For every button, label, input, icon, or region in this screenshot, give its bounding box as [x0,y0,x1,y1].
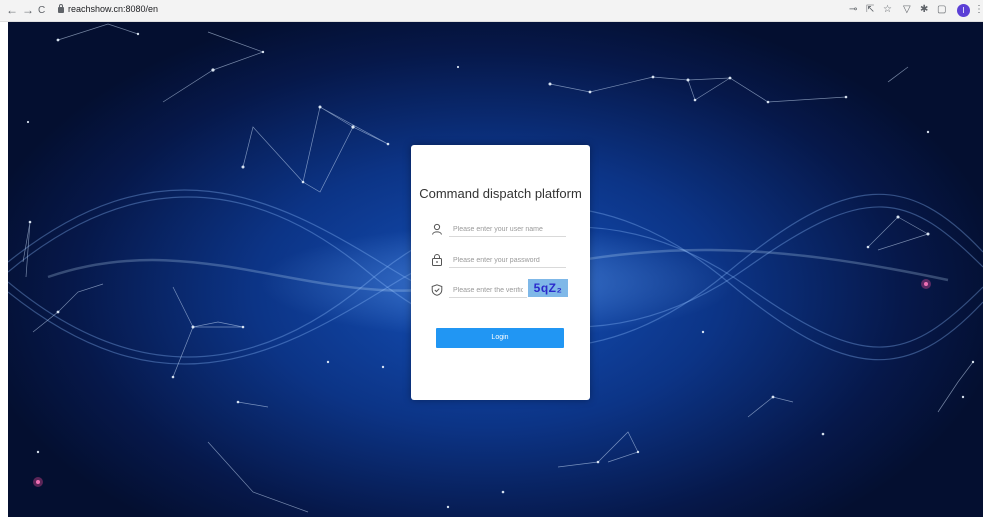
shield-check-icon [431,284,443,296]
menu-icon[interactable]: ⋮ [974,4,983,16]
browser-toolbar: ← → C reachshow.cn:8080/en ⊸ ⇱ ☆ ▽ ✱ ▢ I… [0,0,983,22]
user-icon [432,223,442,235]
reload-icon[interactable]: C [38,4,45,18]
login-card: Command dispatch platform 5qZ₂ Login [411,145,590,400]
key-icon[interactable]: ⊸ [849,4,857,16]
lock-icon [432,254,442,266]
lock-icon [58,4,64,13]
back-icon[interactable]: ← [6,3,18,17]
login-button[interactable]: Login [436,328,564,348]
username-row [425,221,577,239]
username-input[interactable] [449,222,566,237]
page-title: Command dispatch platform [419,186,582,201]
profile-avatar[interactable]: I [957,4,970,17]
filter-icon[interactable]: ▽ [903,4,911,16]
captcha-image[interactable]: 5qZ₂ [528,279,568,297]
verification-row: 5qZ₂ [425,279,577,300]
sidebar-icon[interactable]: ▢ [937,4,946,16]
url-text: reachshow.cn:8080/en [68,4,159,14]
address-bar[interactable]: reachshow.cn:8080/en [58,3,358,19]
star-icon[interactable]: ☆ [883,4,892,16]
password-input[interactable] [449,253,566,268]
forward-icon[interactable]: → [22,3,34,17]
share-icon[interactable]: ⇱ [866,4,874,16]
password-row [425,252,577,270]
extensions-icon[interactable]: ✱ [920,4,928,16]
verification-code-input[interactable] [449,283,527,298]
